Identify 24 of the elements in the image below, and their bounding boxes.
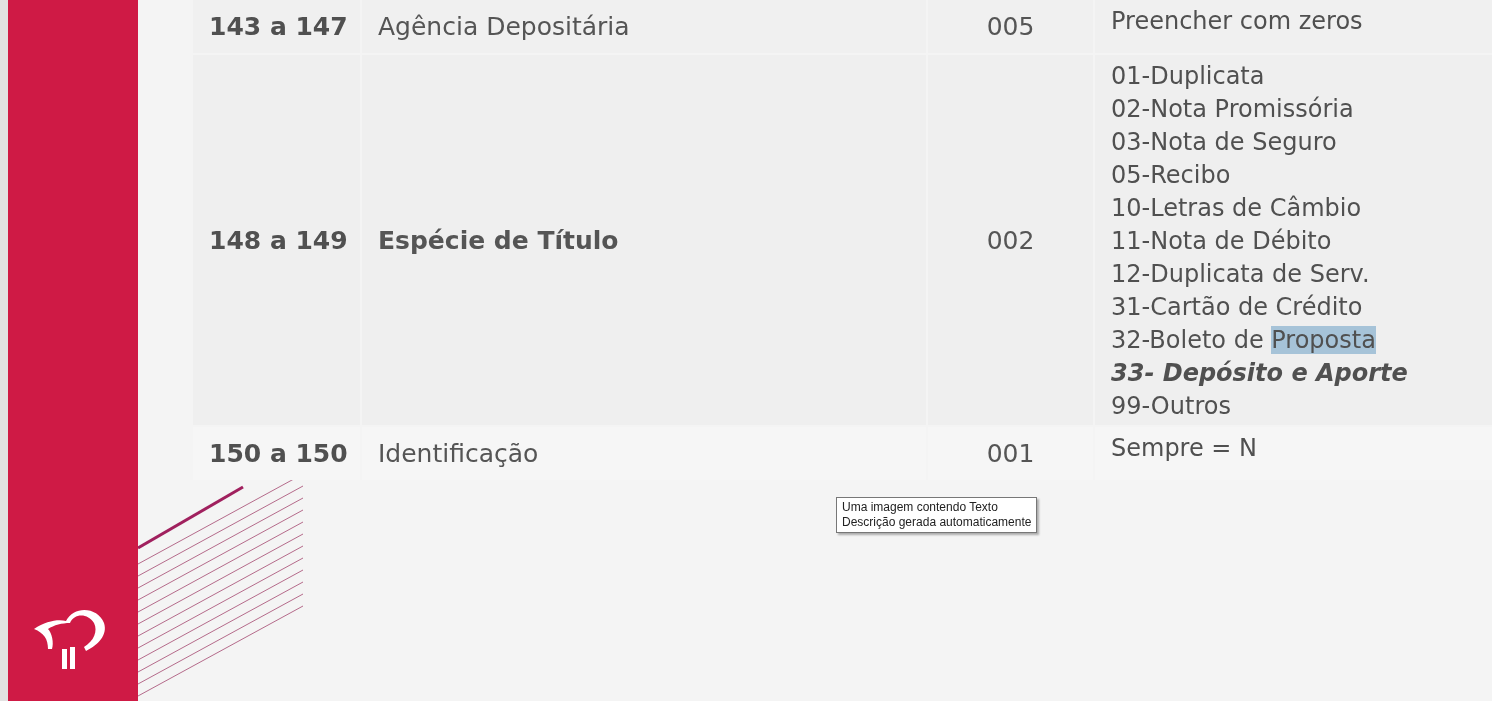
note-text: 01-Duplicata <box>1111 61 1265 92</box>
size-text: 001 <box>986 439 1035 468</box>
note-text: 33- Depósito e Aporte <box>1111 358 1408 389</box>
note-text: 32-Boleto de Proposta <box>1111 325 1376 356</box>
note-text: 99-Outros <box>1111 391 1231 422</box>
note-text: Preencher com zeros <box>1111 6 1363 37</box>
tooltip-text: Descrição gerada automaticamente <box>842 515 1032 530</box>
note-text: 11-Nota de Débito <box>1111 226 1332 257</box>
note-text: 05-Recibo <box>1111 160 1231 191</box>
size-text: 002 <box>986 225 1035 255</box>
note-text: 03-Nota de Seguro <box>1111 127 1337 158</box>
field-name: Identificação <box>378 439 539 468</box>
position-text: 148 a 149 <box>209 225 348 255</box>
note-text: 02-Nota Promissória <box>1111 94 1354 125</box>
note-text: 10-Letras de Câmbio <box>1111 193 1362 224</box>
field-name: Espécie de Título <box>378 225 619 255</box>
tooltip-text: Uma imagem contendo Texto <box>842 500 999 515</box>
note-text: 12-Duplicata de Serv. <box>1111 259 1370 290</box>
note-text: Sempre = N <box>1111 433 1258 464</box>
note-text: 31-Cartão de Crédito <box>1111 292 1363 323</box>
position-text: 143 a 147 <box>209 12 348 41</box>
position-text: 150 a 150 <box>209 439 348 468</box>
size-text: 005 <box>986 12 1035 41</box>
field-name: Agência Depositária <box>378 12 630 41</box>
